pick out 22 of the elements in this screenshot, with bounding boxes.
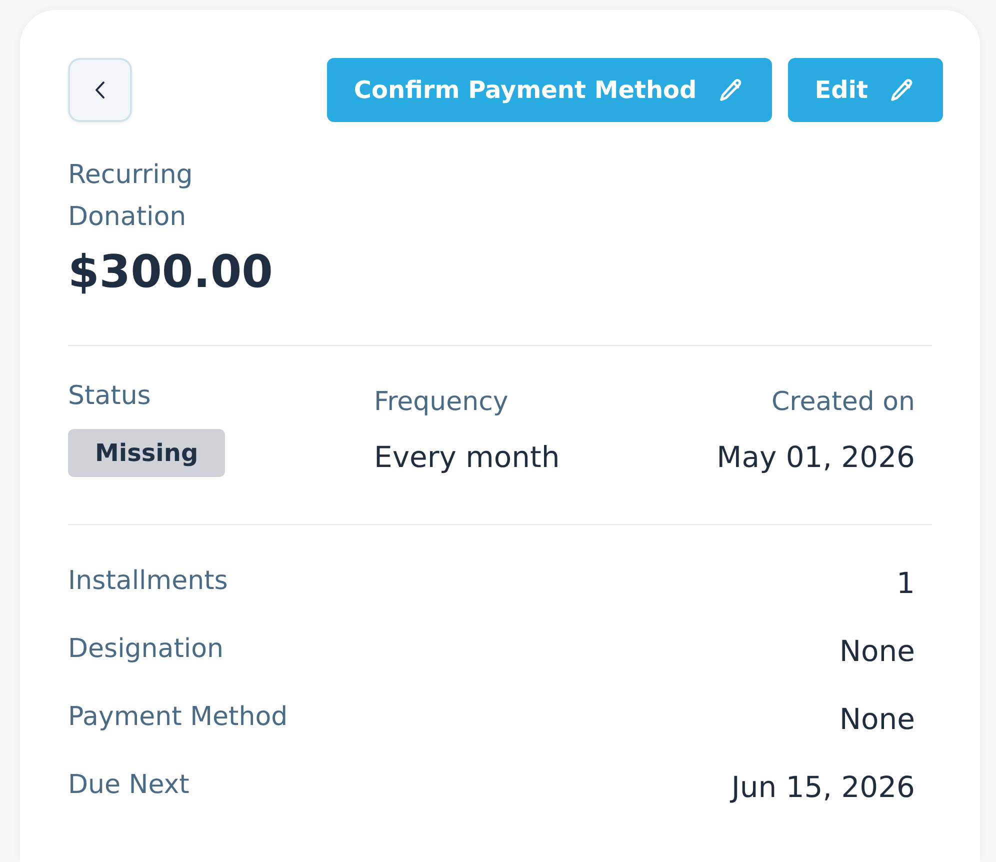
back-button[interactable] <box>68 58 132 122</box>
detail-label: Installments <box>68 565 228 598</box>
field-label: Created on <box>771 386 915 419</box>
donation-type-label: Recurring Donation <box>68 159 194 234</box>
field-label: Status <box>68 380 152 413</box>
field-label: Frequency <box>374 386 510 419</box>
action-button[interactable]: Confirm Payment Method <box>326 58 772 122</box>
detail-value: None <box>839 701 915 738</box>
pencil-icon <box>891 79 913 101</box>
amount-text: $300.00 <box>68 244 274 300</box>
field-value: May 01, 2026 <box>716 439 915 476</box>
detail-value: Jun 15, 2026 <box>731 769 915 806</box>
pencil-icon <box>720 79 742 101</box>
chevron-left-icon <box>95 81 105 99</box>
status-badge: Missing <box>68 429 226 477</box>
detail-label: Due Next <box>68 769 190 802</box>
detail-value: None <box>839 633 915 670</box>
field-value: Every month <box>374 439 561 476</box>
detail-label: Payment Method <box>68 701 288 734</box>
detail-value: 1 <box>896 565 915 602</box>
action-button[interactable]: Edit <box>788 58 943 122</box>
detail-label: Designation <box>68 633 224 666</box>
